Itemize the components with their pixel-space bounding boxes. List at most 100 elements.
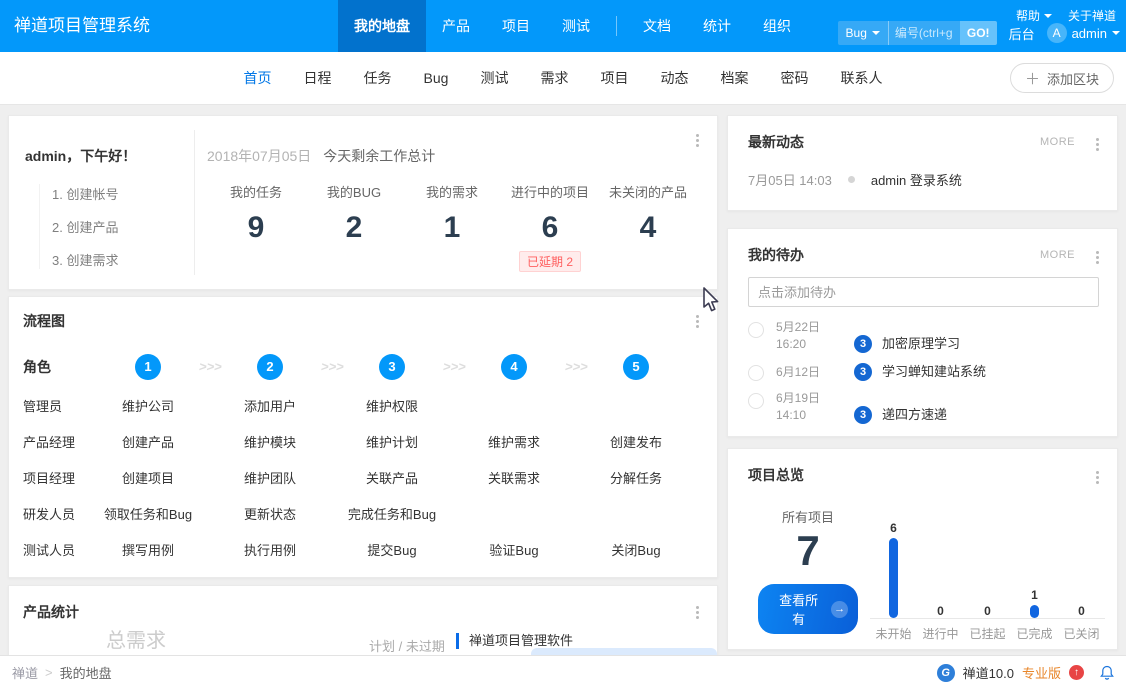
stat-value-link[interactable]: 2 bbox=[305, 211, 403, 245]
todo-checkbox[interactable] bbox=[748, 393, 764, 409]
edition-label[interactable]: 专业版 bbox=[1022, 663, 1061, 682]
left-column: admin，下午好！ 1. 创建帐号 2. 创建产品 3. 创建需求 2018年… bbox=[8, 115, 718, 655]
tab-dynamic[interactable]: 动态 bbox=[660, 52, 688, 104]
dynamic-text[interactable]: admin 登录系统 bbox=[871, 170, 962, 189]
stat-open-products: 未关闭的产品 4 bbox=[599, 182, 697, 272]
tab-project[interactable]: 项目 bbox=[600, 52, 628, 104]
add-block-button[interactable]: ＋ 添加区块 bbox=[1010, 63, 1114, 93]
stat-value-link[interactable]: 9 bbox=[207, 211, 305, 245]
top-navbar: 禅道项目管理系统 我的地盘 产品 项目 测试 文档 统计 组织 帮助 关于禅道 … bbox=[0, 0, 1126, 52]
bell-icon[interactable] bbox=[1100, 665, 1114, 681]
flow-link[interactable]: 创建项目 bbox=[87, 468, 209, 487]
step-create-product[interactable]: 2. 创建产品 bbox=[52, 217, 194, 236]
flow-row-developer: 研发人员 领取任务和Bug 更新状态 完成任务和Bug bbox=[23, 495, 703, 531]
todo-text[interactable]: 加密原理学习 bbox=[882, 335, 960, 353]
caret-down-icon bbox=[1112, 31, 1120, 35]
flow-link[interactable]: 提交Bug bbox=[331, 540, 453, 559]
todo-time: 14:10 bbox=[776, 407, 842, 424]
flow-row-admin: 管理员 维护公司 添加用户 维护权限 bbox=[23, 387, 703, 423]
todo-more-link[interactable]: MORE bbox=[1040, 249, 1075, 261]
todo-item: 6月19日 14:10 3 递四方速递 bbox=[748, 390, 1097, 424]
latest-dynamics-panel: 最新动态 MORE 7月05日 14:03 admin 登录系统 bbox=[727, 115, 1118, 211]
kebab-menu-icon[interactable] bbox=[1092, 134, 1103, 155]
top-menu-project[interactable]: 项目 bbox=[486, 0, 546, 52]
tab-bug[interactable]: Bug bbox=[424, 52, 449, 104]
upgrade-icon[interactable]: ↑ bbox=[1069, 665, 1084, 680]
flow-link[interactable]: 验证Bug bbox=[453, 540, 575, 559]
flow-link[interactable]: 领取任务和Bug bbox=[87, 504, 209, 523]
flow-link[interactable]: 维护团队 bbox=[209, 468, 331, 487]
tab-contacts[interactable]: 联系人 bbox=[840, 52, 882, 104]
product-legend[interactable]: 禅道项目管理软件 bbox=[456, 633, 573, 649]
step-circle-3: 3 bbox=[379, 354, 405, 380]
all-projects-label: 所有项目 bbox=[758, 507, 858, 526]
flow-link[interactable]: 创建发布 bbox=[575, 432, 697, 451]
breadcrumb-app[interactable]: 禅道 bbox=[12, 663, 38, 682]
tab-test[interactable]: 测试 bbox=[480, 52, 508, 104]
todo-text[interactable]: 递四方速递 bbox=[882, 406, 947, 424]
kebab-menu-icon[interactable] bbox=[1092, 247, 1103, 268]
flow-link[interactable]: 添加用户 bbox=[209, 396, 331, 415]
top-menu-doc[interactable]: 文档 bbox=[627, 0, 687, 52]
stat-value-link[interactable]: 6 bbox=[501, 211, 599, 245]
step-circle-4: 4 bbox=[501, 354, 527, 380]
top-menu-org[interactable]: 组织 bbox=[747, 0, 807, 52]
flow-link[interactable]: 更新状态 bbox=[209, 504, 331, 523]
all-projects-count[interactable]: 7 bbox=[758, 526, 858, 576]
flow-link[interactable]: 分解任务 bbox=[575, 468, 697, 487]
user-menu[interactable]: A admin bbox=[1047, 23, 1120, 43]
flow-link[interactable]: 关闭Bug bbox=[575, 540, 697, 559]
flow-link[interactable]: 维护模块 bbox=[209, 432, 331, 451]
flow-link[interactable]: 维护需求 bbox=[453, 432, 575, 451]
bullet-dot-icon bbox=[848, 176, 855, 183]
flow-link[interactable]: 关联需求 bbox=[453, 468, 575, 487]
todo-checkbox[interactable] bbox=[748, 365, 764, 381]
greeting-card: admin，下午好！ 1. 创建帐号 2. 创建产品 3. 创建需求 2018年… bbox=[8, 115, 718, 290]
todo-checkbox[interactable] bbox=[748, 322, 764, 338]
flow-link[interactable]: 关联产品 bbox=[331, 468, 453, 487]
search-go-button[interactable]: GO! bbox=[960, 21, 997, 45]
tab-story[interactable]: 需求 bbox=[540, 52, 568, 104]
top-menu-test[interactable]: 测试 bbox=[546, 0, 606, 52]
todo-text[interactable]: 学习蝉知建站系统 bbox=[882, 363, 986, 381]
top-menu-my-space[interactable]: 我的地盘 bbox=[338, 0, 426, 52]
global-search: Bug GO! bbox=[838, 21, 997, 45]
tab-doc[interactable]: 档案 bbox=[720, 52, 748, 104]
greeting-left: admin，下午好！ 1. 创建帐号 2. 创建产品 3. 创建需求 bbox=[23, 130, 195, 275]
tab-calendar[interactable]: 日程 bbox=[304, 52, 332, 104]
dynamic-time: 7月05日 14:03 bbox=[748, 170, 832, 189]
product-stats-card: 产品统计 总需求 计划 / 未过期 禅道项目管理软件 bbox=[8, 585, 718, 655]
product-stats-title: 产品统计 bbox=[23, 604, 79, 620]
search-input[interactable] bbox=[888, 21, 960, 45]
top-menu-stats[interactable]: 统计 bbox=[687, 0, 747, 52]
step-create-account[interactable]: 1. 创建帐号 bbox=[52, 184, 194, 203]
search-type-dropdown[interactable]: Bug bbox=[838, 21, 888, 45]
my-todo-panel: 我的待办 MORE 5月22日 16:20 3 加密原理学习 bbox=[727, 228, 1118, 437]
tab-home[interactable]: 首页 bbox=[244, 52, 272, 104]
stat-value-link[interactable]: 1 bbox=[403, 211, 501, 245]
step-create-story[interactable]: 3. 创建需求 bbox=[52, 250, 194, 269]
kebab-menu-icon[interactable] bbox=[692, 130, 703, 151]
project-overview-panel: 项目总览 所有项目 7 查看所有 → 6 0 0 1 bbox=[727, 448, 1118, 650]
flow-link[interactable]: 完成任务和Bug bbox=[331, 504, 453, 523]
top-menu-product[interactable]: 产品 bbox=[426, 0, 486, 52]
kebab-menu-icon[interactable] bbox=[1092, 467, 1103, 488]
flow-link[interactable]: 创建产品 bbox=[87, 432, 209, 451]
flow-link[interactable]: 维护公司 bbox=[87, 396, 209, 415]
flow-link[interactable]: 执行用例 bbox=[209, 540, 331, 559]
flow-link[interactable]: 维护权限 bbox=[331, 396, 453, 415]
right-column: 最新动态 MORE 7月05日 14:03 admin 登录系统 我的待办 MO… bbox=[727, 115, 1118, 650]
tab-task[interactable]: 任务 bbox=[364, 52, 392, 104]
total-story-label: 总需求 bbox=[106, 624, 166, 653]
flow-link[interactable]: 维护计划 bbox=[331, 432, 453, 451]
view-all-button[interactable]: 查看所有 → bbox=[758, 584, 858, 634]
todo-time: 16:20 bbox=[776, 336, 842, 353]
stat-value-link[interactable]: 4 bbox=[599, 211, 697, 245]
tab-password[interactable]: 密码 bbox=[780, 52, 808, 104]
stat-my-tasks: 我的任务 9 bbox=[207, 182, 305, 272]
flow-row-project-manager: 项目经理 创建项目 维护团队 关联产品 关联需求 分解任务 bbox=[23, 459, 703, 495]
dynamics-more-link[interactable]: MORE bbox=[1040, 136, 1075, 148]
flow-link[interactable]: 撰写用例 bbox=[87, 540, 209, 559]
backend-link[interactable]: 后台 bbox=[1009, 24, 1035, 43]
add-todo-input[interactable] bbox=[748, 277, 1099, 307]
